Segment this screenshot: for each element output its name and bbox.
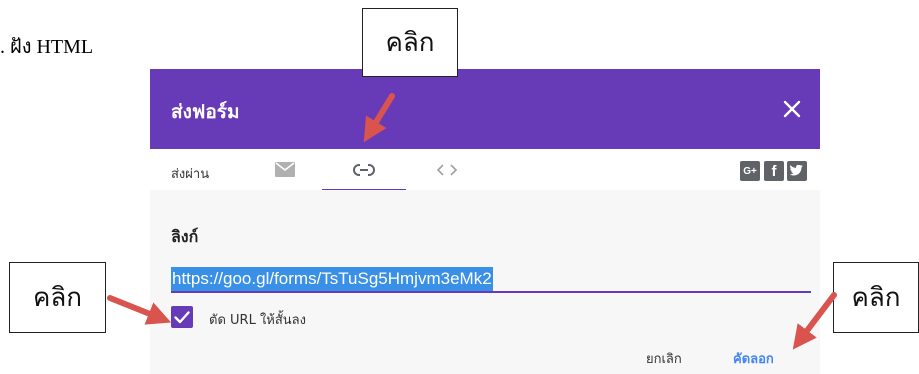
checkmark-icon [174,310,190,323]
send-form-dialog: ส่งฟอร์ม ส่งผ่าน G+ f ลิงก์ https://goo.… [150,69,820,374]
link-panel: ลิงก์ https://goo.gl/forms/TsTuSg5Hmjvm3… [150,190,820,374]
tab-email[interactable] [243,149,327,190]
google-plus-icon: G+ [743,165,757,177]
copy-button[interactable]: คัดลอก [733,348,774,369]
send-via-tabs: ส่งผ่าน G+ f [150,149,820,192]
embed-code-icon [436,163,458,176]
tab-link[interactable] [322,149,406,190]
shorten-url-checkbox[interactable] [171,306,193,328]
shorten-url-label: ตัด URL ให้สั้นลง [209,313,306,328]
twitter-button[interactable] [787,161,807,181]
document-text: . ฝัง HTML [0,36,94,58]
callout-click-checkbox: คลิก [9,262,106,333]
facebook-icon: f [771,162,777,180]
link-url-text[interactable]: https://goo.gl/forms/TsTuSg5Hmjvm3eMk2 [171,267,493,291]
dialog-header: ส่งฟอร์ม [150,69,820,149]
callout-click-copy: คลิก [833,262,919,333]
send-via-label: ส่งผ่าน [171,167,210,182]
link-section-title: ลิงก์ [171,227,199,246]
email-icon [275,162,295,177]
tab-embed[interactable] [405,149,489,190]
callout-click-link-tab: คลิก [362,8,458,77]
cancel-button[interactable]: ยกเลิก [646,348,682,369]
close-icon [783,100,801,118]
close-button[interactable] [778,95,806,123]
facebook-button[interactable]: f [764,161,784,181]
dialog-title: ส่งฟอร์ม [171,101,240,123]
link-icon [353,163,375,176]
google-plus-button[interactable]: G+ [740,161,760,181]
twitter-icon [790,165,803,176]
